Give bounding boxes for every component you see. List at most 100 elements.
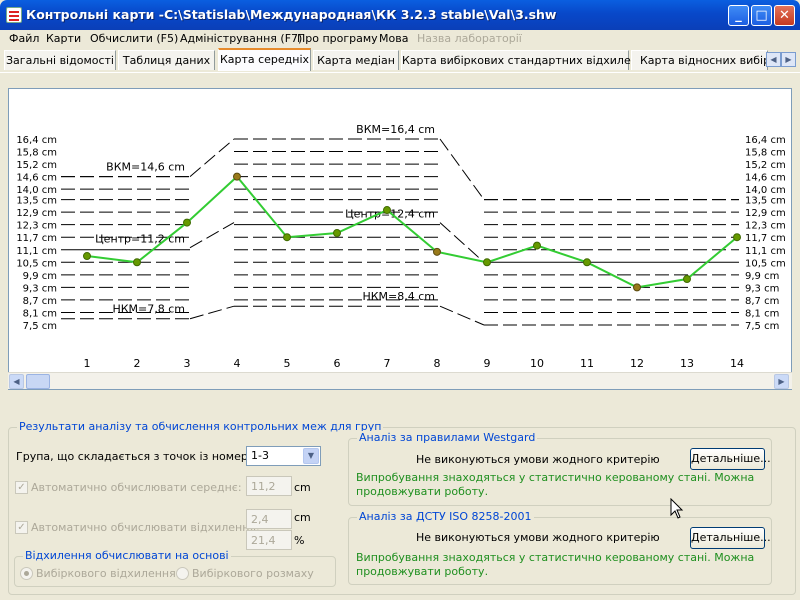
data-point (133, 258, 141, 267)
menu-calculate[interactable]: Обчислити (F5) (90, 32, 178, 45)
y-tick-label-right: 8,7 cm (745, 296, 779, 307)
ucl-label: ВКМ=16,4 cm (356, 123, 435, 136)
close-button[interactable]: ✕ (774, 5, 795, 26)
y-tick-label-left: 11,1 cm (16, 246, 57, 257)
tab-strip: Загальні відомості Таблиця даних Карта с… (0, 48, 800, 72)
group-points-label: Група, що складається з точок із номерам… (16, 450, 274, 463)
lcl-label: НКМ=8,4 cm (362, 290, 435, 303)
data-point (683, 275, 691, 284)
westgard-details-button[interactable]: Детальніше... (690, 448, 771, 470)
menu-language[interactable]: Мова (379, 32, 408, 45)
data-point (283, 233, 291, 242)
data-point (633, 283, 641, 292)
data-point (583, 258, 591, 267)
tab-stddev-chart[interactable]: Карта вибіркових стандартних відхилень (401, 50, 644, 70)
y-tick-label-left: 9,3 cm (23, 283, 57, 294)
y-tick-label-right: 15,2 cm (745, 160, 786, 171)
y-tick-label-left: 8,1 cm (23, 308, 57, 319)
tab-scroll-right[interactable]: ▶ (781, 52, 796, 67)
data-point (533, 241, 541, 250)
group-transition-line (189, 138, 235, 177)
dev-basis-title: Відхилення обчислювати на основі (23, 549, 231, 562)
menu-about[interactable]: Про програму (297, 32, 378, 45)
y-tick-label-left: 14,0 cm (16, 185, 57, 196)
y-tick-label-right: 11,1 cm (745, 246, 786, 257)
tab-general[interactable]: Загальні відомості (4, 50, 116, 70)
y-tick-label-right: 10,5 cm (745, 258, 786, 269)
y-tick-label-left: 16,4 cm (16, 135, 57, 146)
chevron-down-icon[interactable]: ▼ (303, 448, 319, 464)
tab-relative-chart[interactable]: Карта відносних вибірко (631, 50, 783, 70)
sample-deviation-label: Вибіркового відхилення (36, 567, 176, 580)
maximize-button[interactable]: □ (751, 5, 772, 26)
data-point (433, 247, 441, 256)
auto-dev-label: Автоматично обчислювати відхилення: (31, 521, 260, 534)
data-point (83, 252, 91, 261)
chart-scrollbar[interactable]: ◀ ▶ (8, 372, 792, 389)
ucl-label: ВКМ=14,6 cm (106, 161, 185, 174)
y-tick-label-right: 15,8 cm (745, 148, 786, 159)
x-tick-label: 4 (234, 357, 241, 370)
tab-median-chart[interactable]: Карта медіан (313, 50, 399, 70)
y-tick-label-left: 9,9 cm (23, 271, 57, 282)
westgard-title: Аналіз за правилами Westgard (357, 431, 538, 444)
scroll-thumb[interactable] (26, 374, 50, 389)
y-tick-label-right: 14,0 cm (745, 185, 786, 196)
menu-bar: Файл Карти Обчислити (F5) Адмініструванн… (0, 30, 800, 48)
y-tick-label-right: 11,7 cm (745, 233, 786, 244)
dstu-details-button[interactable]: Детальніше... (690, 527, 771, 549)
group-select-value: 1-3 (251, 449, 269, 462)
tab-scroll-left[interactable]: ◀ (766, 52, 781, 67)
sample-deviation-radio[interactable] (20, 567, 33, 580)
y-tick-label-left: 15,8 cm (16, 148, 57, 159)
y-tick-label-left: 14,6 cm (16, 173, 57, 184)
y-tick-label-left: 10,5 cm (16, 258, 57, 269)
chart-area: 7,5 cm 7,5 cm 8,1 cm 8,1 cm 8,7 cm 8,7 cm 9,3 … (8, 88, 792, 390)
auto-mean-checkbox[interactable]: ✓ (15, 481, 28, 494)
y-tick-label-left: 13,5 cm (16, 196, 57, 207)
tab-data-table[interactable]: Таблиця даних (118, 50, 215, 70)
y-tick-label-right: 7,5 cm (745, 321, 779, 332)
tab-mean-chart[interactable]: Карта середніх (218, 48, 311, 71)
dstu-message: Випробування знаходяться у статистично к… (356, 551, 755, 578)
x-tick-label: 2 (134, 357, 141, 370)
menu-charts[interactable]: Карти (46, 32, 81, 45)
results-group-title: Результати аналізу та обчислення контрол… (17, 420, 384, 433)
dev-field[interactable]: 2,4 (246, 509, 292, 529)
x-tick-label: 7 (384, 357, 391, 370)
group-select[interactable]: 1-3 ▼ (246, 446, 321, 466)
data-point (183, 218, 191, 227)
menu-admin[interactable]: Адміністрування (F7) (180, 32, 302, 45)
dev-unit: cm (294, 511, 311, 524)
menu-file[interactable]: Файл (9, 32, 39, 45)
title-bar: Контрольні карти -C:\Statislab\Междунаро… (0, 0, 800, 30)
dev-pct-field[interactable]: 21,4 (246, 530, 292, 550)
scroll-right-button[interactable]: ▶ (774, 374, 789, 389)
x-tick-label: 12 (630, 357, 644, 370)
y-tick-label-right: 8,1 cm (745, 308, 779, 319)
data-point (233, 172, 241, 181)
group-transition-line (439, 138, 485, 200)
menu-lab-name: Назва лабораторії (417, 32, 522, 45)
x-tick-label: 8 (434, 357, 441, 370)
minimize-button[interactable]: _ (728, 5, 749, 26)
y-tick-label-left: 12,3 cm (16, 221, 57, 232)
sample-range-radio[interactable] (176, 567, 189, 580)
x-tick-label: 3 (184, 357, 191, 370)
group-transition-line (189, 222, 235, 249)
dstu-status: Не виконуються умови жодного критерію (416, 531, 660, 544)
auto-dev-checkbox[interactable]: ✓ (15, 521, 28, 534)
mean-field[interactable]: 11,2 (246, 476, 292, 496)
control-chart: 7,5 cm 7,5 cm8,1 cm 8,1 cm8,7 cm 8,7 cm9,3 … (16, 123, 786, 370)
app-icon (6, 7, 22, 23)
scroll-left-button[interactable]: ◀ (9, 374, 24, 389)
x-tick-label: 1 (84, 357, 91, 370)
y-tick-label-right: 13,5 cm (745, 196, 786, 207)
x-tick-label: 11 (580, 357, 594, 370)
dstu-title: Аналіз за ДСТУ ISO 8258-2001 (357, 510, 534, 523)
y-tick-label-left: 11,7 cm (16, 233, 57, 244)
pct-unit: % (294, 534, 305, 547)
y-tick-label-right: 9,3 cm (745, 283, 779, 294)
x-tick-label: 13 (680, 357, 694, 370)
sample-range-label: Вибіркового розмаху (192, 567, 314, 580)
